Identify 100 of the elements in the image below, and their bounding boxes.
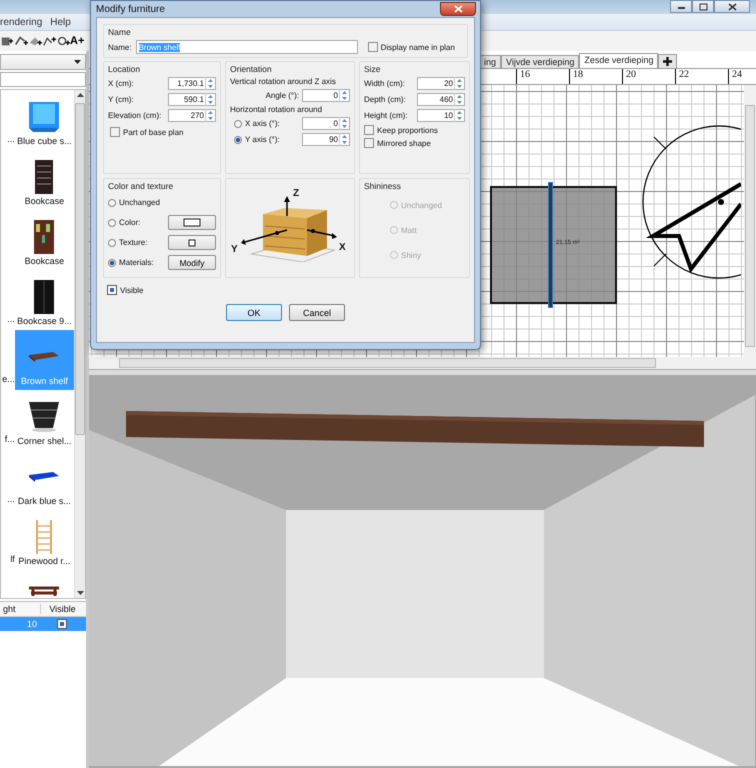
spin-arrows-icon (339, 117, 349, 130)
section-label: Horizontal rotation around (230, 105, 324, 114)
add-text-button[interactable]: A+ (70, 32, 84, 50)
field-label: X (cm): (108, 79, 134, 88)
item-label: lf (10, 554, 15, 564)
catalog-item[interactable]: Bookcase (14, 210, 74, 270)
number-field[interactable]: 90 (302, 133, 350, 146)
spin-arrows-icon (339, 133, 349, 146)
ruler-label: 18 (569, 69, 622, 84)
level-tab[interactable]: ing (479, 55, 502, 68)
minimize-button[interactable] (670, 0, 692, 13)
number-field[interactable]: 590.1 (168, 93, 216, 106)
radio-label: X axis (°): (245, 119, 280, 128)
menu-item[interactable]: Help (50, 16, 71, 28)
scrollbar[interactable] (89, 357, 756, 369)
scroll-thumb[interactable] (75, 103, 85, 435)
level-tab[interactable]: Vijvde verdieping (501, 55, 580, 68)
shelf-outline[interactable] (548, 182, 553, 308)
field-label: Depth (cm): (364, 95, 406, 104)
dialog-button[interactable]: Cancel (289, 304, 345, 321)
radio-label: Matt (401, 226, 417, 234)
level-tab[interactable]: Zesde verdieping (579, 53, 658, 68)
close-button[interactable] (440, 2, 476, 16)
ruler-label: 16 (516, 69, 569, 84)
number-field[interactable]: 460 (417, 93, 465, 106)
column-header[interactable]: Visible (40, 604, 84, 614)
number-field[interactable]: 10 (417, 109, 465, 122)
corner-shelf-icon (29, 402, 60, 432)
radio-label: Color: (119, 218, 140, 227)
table-cell-text: 10 (26, 619, 38, 629)
cube-shelf-icon (28, 101, 60, 133)
maximize-button[interactable] (692, 0, 714, 13)
catalog-item[interactable]: Blue cube s... (14, 90, 74, 150)
close-icon (454, 5, 462, 13)
group-title: Size (364, 64, 382, 74)
field-label: Name: (108, 42, 132, 52)
modify-button[interactable]: Modify (168, 255, 216, 270)
spin-arrows-icon (454, 93, 464, 106)
bookcase-icon (35, 160, 54, 194)
checkbox-label: Keep proportions (377, 126, 438, 134)
radio-button[interactable] (234, 136, 242, 144)
checkbox[interactable] (110, 127, 120, 137)
number-field[interactable]: 0 (302, 89, 350, 102)
ruler-label: 24 (728, 69, 756, 84)
radio-label: Shiny (401, 250, 422, 260)
ruler-label: 22 (675, 69, 728, 84)
radio-label: Unchanged (401, 200, 442, 210)
radio-button[interactable] (108, 218, 116, 226)
caret-icon (74, 60, 81, 64)
spin-arrows-icon (205, 77, 215, 90)
item-label: ... (7, 314, 15, 324)
item-label: e... (2, 374, 15, 384)
catalog-item[interactable]: Corner shel... (14, 390, 74, 450)
checkbox[interactable] (364, 125, 374, 135)
radio-button[interactable] (108, 238, 116, 246)
checkbox[interactable] (368, 42, 378, 52)
spin-arrows-icon (205, 93, 215, 106)
search-field[interactable] (0, 72, 86, 87)
group-title: Name (108, 27, 132, 37)
item-label: f... (4, 434, 15, 444)
catalog-item[interactable]: Dark blue s... (14, 450, 74, 510)
rack-icon (36, 520, 52, 554)
radio-button[interactable] (234, 120, 242, 128)
menu-item[interactable]: rendering (0, 16, 42, 28)
item-label: ... (7, 134, 15, 144)
color-button[interactable] (168, 215, 216, 230)
number-field[interactable]: 270 (168, 109, 216, 122)
radio-button[interactable] (108, 198, 116, 206)
catalog-item[interactable]: Pinewood r... (14, 510, 74, 570)
checkbox-label: Visible (120, 286, 144, 294)
texture-button[interactable] (168, 235, 216, 250)
catalog-item[interactable]: Bookcase (14, 150, 74, 210)
close-icon (728, 2, 736, 10)
scroll-down-icon (76, 591, 84, 595)
restore-icon (698, 2, 708, 10)
dialog-button[interactable]: OK (226, 304, 282, 321)
number-field[interactable]: 0 (302, 117, 350, 130)
checkbox[interactable] (57, 619, 67, 629)
scroll-thumb[interactable] (745, 105, 755, 347)
scroll-thumb[interactable] (119, 358, 656, 368)
field-label: Y (cm): (108, 95, 134, 104)
number-field[interactable]: 1,730.1 (168, 77, 216, 90)
close-button[interactable] (714, 0, 750, 13)
field-label: Width (cm): (364, 79, 405, 88)
column-header[interactable]: ght (0, 604, 40, 614)
checkbox-label: Mirrored shape (377, 138, 431, 148)
wall-add-icon (14, 34, 28, 48)
group-title: Shininess (364, 181, 402, 191)
checkbox-label: Part of base plan (123, 128, 184, 136)
plus-icon (663, 57, 672, 66)
checkbox[interactable] (107, 285, 117, 295)
scrollbar[interactable] (74, 90, 85, 598)
radio-button[interactable] (108, 258, 116, 266)
item-label: ... (7, 494, 15, 504)
checkbox[interactable] (364, 138, 374, 148)
number-field[interactable]: 20 (417, 77, 465, 90)
catalog-item[interactable]: Bookcase 9... (14, 270, 74, 330)
scrollbar[interactable] (744, 85, 756, 357)
add-level-tab[interactable] (658, 54, 678, 68)
scroll-up-icon (76, 93, 84, 97)
